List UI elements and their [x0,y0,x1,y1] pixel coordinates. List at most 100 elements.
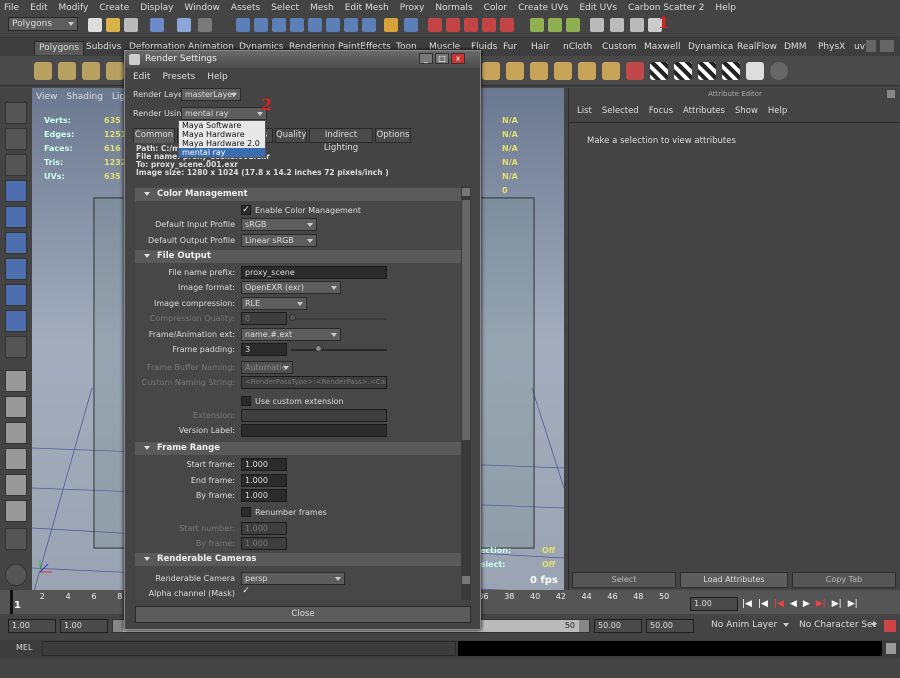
manipulator-icon[interactable] [5,258,27,280]
menu-item[interactable]: Carbon Scatter 2 [628,3,704,13]
renderer-option[interactable]: mental ray [179,148,265,157]
rotate-tool-icon[interactable] [5,206,27,228]
extension-input[interactable] [241,409,387,422]
menu-item[interactable]: Assets [231,3,260,13]
frame-ext-dropdown[interactable]: name.#.ext [241,328,341,341]
open-scene-icon[interactable] [106,18,120,32]
menu-item[interactable]: Create UVs [518,3,568,13]
snap-grid-icon[interactable] [236,18,250,32]
alpha-channel-checkbox[interactable]: ✓ [241,587,251,597]
rs-menu-item[interactable]: Presets [162,72,195,82]
menu-item[interactable]: Color [484,3,508,13]
checker4-icon[interactable] [722,62,740,80]
ae-select-button[interactable]: Select [572,572,676,588]
prefix-input[interactable]: proxy_scene [241,266,387,279]
menu-set-dropdown[interactable]: Polygons [8,17,78,31]
menu-item[interactable]: Mesh [310,3,334,13]
settings-scrollbar[interactable] [461,186,471,600]
script-editor-icon[interactable] [886,643,896,654]
renderer-option[interactable]: Maya Software [179,121,265,130]
rs-tab[interactable]: Common [133,128,175,143]
menu-item[interactable]: File [4,3,19,13]
auto-key-icon[interactable] [884,620,896,632]
rs-menu-item[interactable]: Edit [133,72,150,82]
render-settings-icon[interactable] [464,18,478,32]
renumber-checkbox[interactable] [241,507,251,517]
render-current-icon[interactable] [428,18,442,32]
fb-naming-dropdown[interactable]: Automatic [241,361,293,374]
padding-slider[interactable] [291,349,387,351]
checker2-icon[interactable] [674,62,692,80]
split-icon[interactable] [530,62,548,80]
shelf-tab[interactable]: RealFlow [733,41,781,55]
shelf-menu-icon[interactable] [880,40,894,52]
start-frame-input[interactable]: 1.000 [241,458,287,471]
menu-item[interactable]: Window [184,3,220,13]
paint-select-icon[interactable] [5,154,27,176]
cylinder-icon[interactable] [82,62,100,80]
select-object-icon[interactable] [177,18,191,32]
current-frame-field[interactable]: 1.00 [690,597,738,611]
history-icon[interactable] [326,18,340,32]
cube-icon[interactable] [58,62,76,80]
shelf-tab[interactable]: Dynamica [684,41,737,55]
move-tool-icon[interactable] [5,180,27,202]
hand-tool-icon[interactable] [5,564,27,586]
inputs-icon[interactable] [344,18,358,32]
ae-menu-item[interactable]: Attributes [683,106,725,120]
cone-icon[interactable] [106,62,124,80]
by-frame-input[interactable]: 1.000 [241,489,287,502]
minimize-button[interactable]: _ [419,53,433,64]
empty-slot-icon[interactable] [5,336,27,358]
lock-icon[interactable] [384,18,398,32]
checker-icon[interactable] [650,62,668,80]
image-format-dropdown[interactable]: OpenEXR (exr) [241,281,341,294]
padding-slider-knob[interactable] [315,345,322,352]
ae-copy-tab-button[interactable]: Copy Tab [792,572,896,588]
next-key-icon[interactable]: ▶| [816,599,826,609]
mel-label[interactable]: MEL [16,643,32,652]
shelf-tab[interactable]: Subdivs [82,41,125,55]
use-custom-ext-checkbox[interactable] [241,396,251,406]
extrude-icon[interactable] [482,62,500,80]
last-tool-icon[interactable] [5,310,27,332]
menu-item[interactable]: Create [99,3,129,13]
help-line-icon[interactable] [362,18,376,32]
hypershade-icon[interactable] [482,18,496,32]
tool-settings-icon[interactable] [566,18,580,32]
compression-dropdown[interactable]: RLE [241,297,307,310]
quality-input[interactable]: 0 [241,312,287,325]
playback-start-field[interactable]: 1.00 [60,619,108,633]
shelf-tab[interactable]: DMM [780,41,810,55]
select-hierarchy-icon[interactable] [150,18,164,32]
rs-menu-item[interactable]: Help [207,72,228,82]
scroll-thumb[interactable] [462,200,470,440]
snap-point-icon[interactable] [272,18,286,32]
menu-item[interactable]: Proxy [400,3,425,13]
shelf-tab[interactable]: Custom [598,41,640,55]
step-back-key-icon[interactable]: |◀ [758,599,768,609]
menu-item[interactable]: Display [140,3,173,13]
prev-key-icon[interactable]: |◀ [774,599,784,609]
go-start-icon[interactable]: |◀ [742,599,752,609]
maximize-button[interactable]: □ [435,53,449,64]
menu-item[interactable]: Select [271,3,299,13]
render-using-dropdown[interactable]: mental ray [181,107,267,120]
scroll-up-icon[interactable] [462,188,470,196]
ae-menu-item[interactable]: List [577,106,592,120]
scale-tool-icon[interactable] [5,232,27,254]
render-view-icon[interactable] [500,18,514,32]
close-window-button[interactable]: x [451,53,465,64]
shelf-tab[interactable]: Polygons [34,41,85,55]
renderer-option[interactable]: Maya Hardware [179,130,265,139]
snap-view-icon[interactable] [290,18,304,32]
shelf-settings-icon[interactable] [866,40,876,52]
time-indicator[interactable] [10,590,13,614]
layout-more-icon[interactable] [5,528,27,550]
menu-item[interactable]: Edit Mesh [345,3,389,13]
ae-menu-item[interactable]: Focus [649,106,673,120]
menu-item[interactable]: Edit UVs [579,3,617,13]
custom-naming-input[interactable]: <RenderPassType>:<RenderPass>.<Camera> [241,376,387,389]
color-management-header[interactable]: Color Management [135,188,462,201]
quality-slider[interactable] [291,318,387,320]
